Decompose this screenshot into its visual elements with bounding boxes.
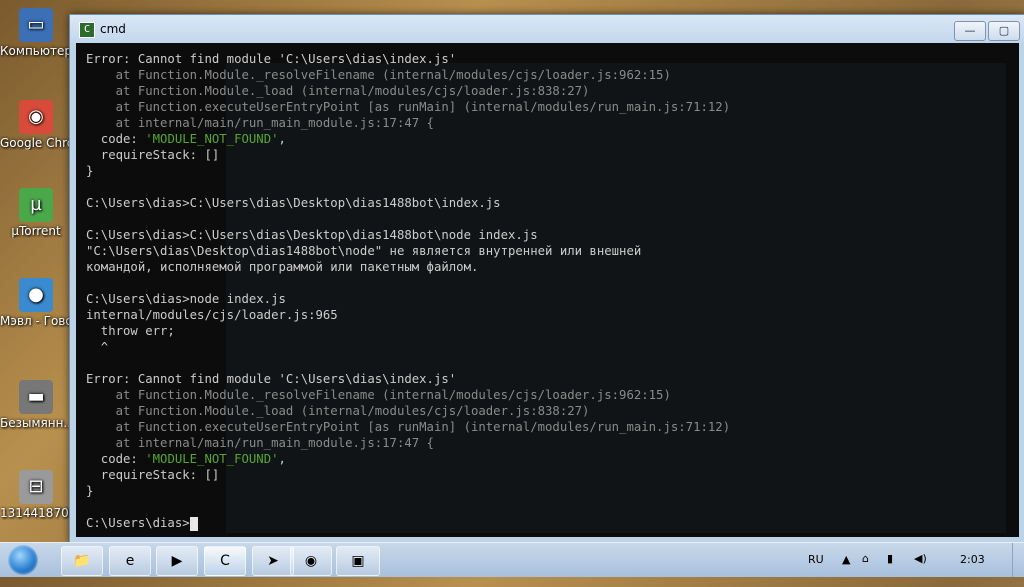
desktop-icon[interactable]: µ µTorrent <box>0 188 72 238</box>
chrome-icon: ◉ <box>19 100 53 134</box>
command-prompt-line[interactable]: C:\Users\dias> <box>86 515 730 531</box>
desktop-icon[interactable]: ● Мэвл - Говори не ... <box>0 278 72 328</box>
console-line: C:\Users\dias>C:\Users\dias\Desktop\dias… <box>86 196 501 210</box>
desktop-icon[interactable]: ▭ Компьютер <box>0 8 72 58</box>
console-text: Error: Cannot find module 'C:\Users\dias… <box>86 51 730 531</box>
telegram-icon[interactable]: ➤ <box>252 546 294 576</box>
console-line: code: 'MODULE_NOT_FOUND', <box>86 452 286 466</box>
console-line: throw err; <box>86 324 175 338</box>
console-line: at Function.executeUserEntryPoint [as ru… <box>86 420 731 434</box>
desktop-icon-label: 1314418709... <box>0 506 72 520</box>
window-title: cmd <box>100 22 126 36</box>
console-line: internal/modules/cjs/loader.js:965 <box>86 308 338 322</box>
desktop-icon-label: Безымянн... <box>0 416 72 430</box>
app-icon: ● <box>19 278 53 312</box>
console-line: at Function.executeUserEntryPoint [as ru… <box>86 100 731 114</box>
document-icon: ▬ <box>19 380 53 414</box>
desktop-icon-label: Мэвл - Говори не ... <box>0 314 72 328</box>
minimize-button[interactable]: — <box>954 21 986 41</box>
console-line: at internal/main/run_main_module.js:17:4… <box>86 116 434 130</box>
console-line: } <box>86 164 94 178</box>
title-bar[interactable]: C cmd — ▢ <box>70 15 1024 43</box>
desktop-icon[interactable]: ◉ Google Chrome <box>0 100 72 150</box>
volume-icon[interactable]: ◀) <box>914 552 927 586</box>
console-line: ^ <box>86 340 109 354</box>
media-player-icon[interactable]: ▶ <box>156 546 198 576</box>
utorrent-icon: µ <box>19 188 53 222</box>
console-line: at Function.Module._resolveFilename (int… <box>86 68 671 82</box>
window-icon[interactable]: ▣ <box>336 546 380 576</box>
maximize-button[interactable]: ▢ <box>988 21 1020 41</box>
desktop-icon[interactable]: ⊟ 1314418709... <box>0 470 72 520</box>
text-cursor <box>189 516 198 531</box>
console-line: code: 'MODULE_NOT_FOUND', <box>86 132 286 146</box>
taskbar: 📁 e ▶ C ➤ ◉ ▣ RU ▲ ⌂ ▮ ◀) 2:03 <box>0 542 1024 577</box>
chrome-icon[interactable]: ◉ <box>290 546 332 576</box>
console-line: C:\Users\dias>C:\Users\dias\Desktop\dias… <box>86 228 538 242</box>
prompt-text: C:\Users\dias> <box>86 516 190 530</box>
console-line: Error: Cannot find module 'C:\Users\dias… <box>86 52 457 66</box>
console-line: "C:\Users\dias\Desktop\dias1488bot\node"… <box>86 244 642 258</box>
network-signal-icon[interactable]: ▮ <box>887 552 893 586</box>
console-line: } <box>86 484 94 498</box>
clock[interactable]: 2:03 <box>960 553 985 587</box>
file-icon: ⊟ <box>19 470 53 504</box>
console-line: at internal/main/run_main_module.js:17:4… <box>86 436 434 450</box>
cmd-window[interactable]: C cmd — ▢ Error: Cannot find module 'C:\… <box>69 14 1024 544</box>
console-line: at Function.Module._load (internal/modul… <box>86 404 590 418</box>
ie-icon[interactable]: e <box>109 546 151 576</box>
console-line: requireStack: [] <box>86 468 220 482</box>
console-line: at Function.Module._load (internal/modul… <box>86 84 590 98</box>
show-hidden-icons-icon[interactable]: ▲ <box>842 553 850 587</box>
computer-icon: ▭ <box>19 8 53 42</box>
desktop-icon-label: Компьютер <box>0 44 72 58</box>
console-line: Error: Cannot find module 'C:\Users\dias… <box>86 372 457 386</box>
start-button[interactable] <box>8 545 38 575</box>
console-line: C:\Users\dias>node index.js <box>86 292 286 306</box>
desktop-icon-label: µTorrent <box>11 224 61 238</box>
console-line: at Function.Module._resolveFilename (int… <box>86 388 671 402</box>
cmd-icon: C <box>79 22 95 38</box>
console-line: командой, исполняемой программой или пак… <box>86 260 479 274</box>
console-output[interactable]: Error: Cannot find module 'C:\Users\dias… <box>76 43 1019 537</box>
cmd-icon[interactable]: C <box>204 546 246 576</box>
usb-icon[interactable]: ⌂ <box>862 552 869 586</box>
language-indicator[interactable]: RU <box>808 553 824 587</box>
desktop-icon[interactable]: ▬ Безымянн... <box>0 380 72 430</box>
show-desktop-button[interactable] <box>1012 543 1024 577</box>
desktop-icon-label: Google Chrome <box>0 136 72 150</box>
console-line: requireStack: [] <box>86 148 220 162</box>
explorer-icon[interactable]: 📁 <box>61 546 103 576</box>
